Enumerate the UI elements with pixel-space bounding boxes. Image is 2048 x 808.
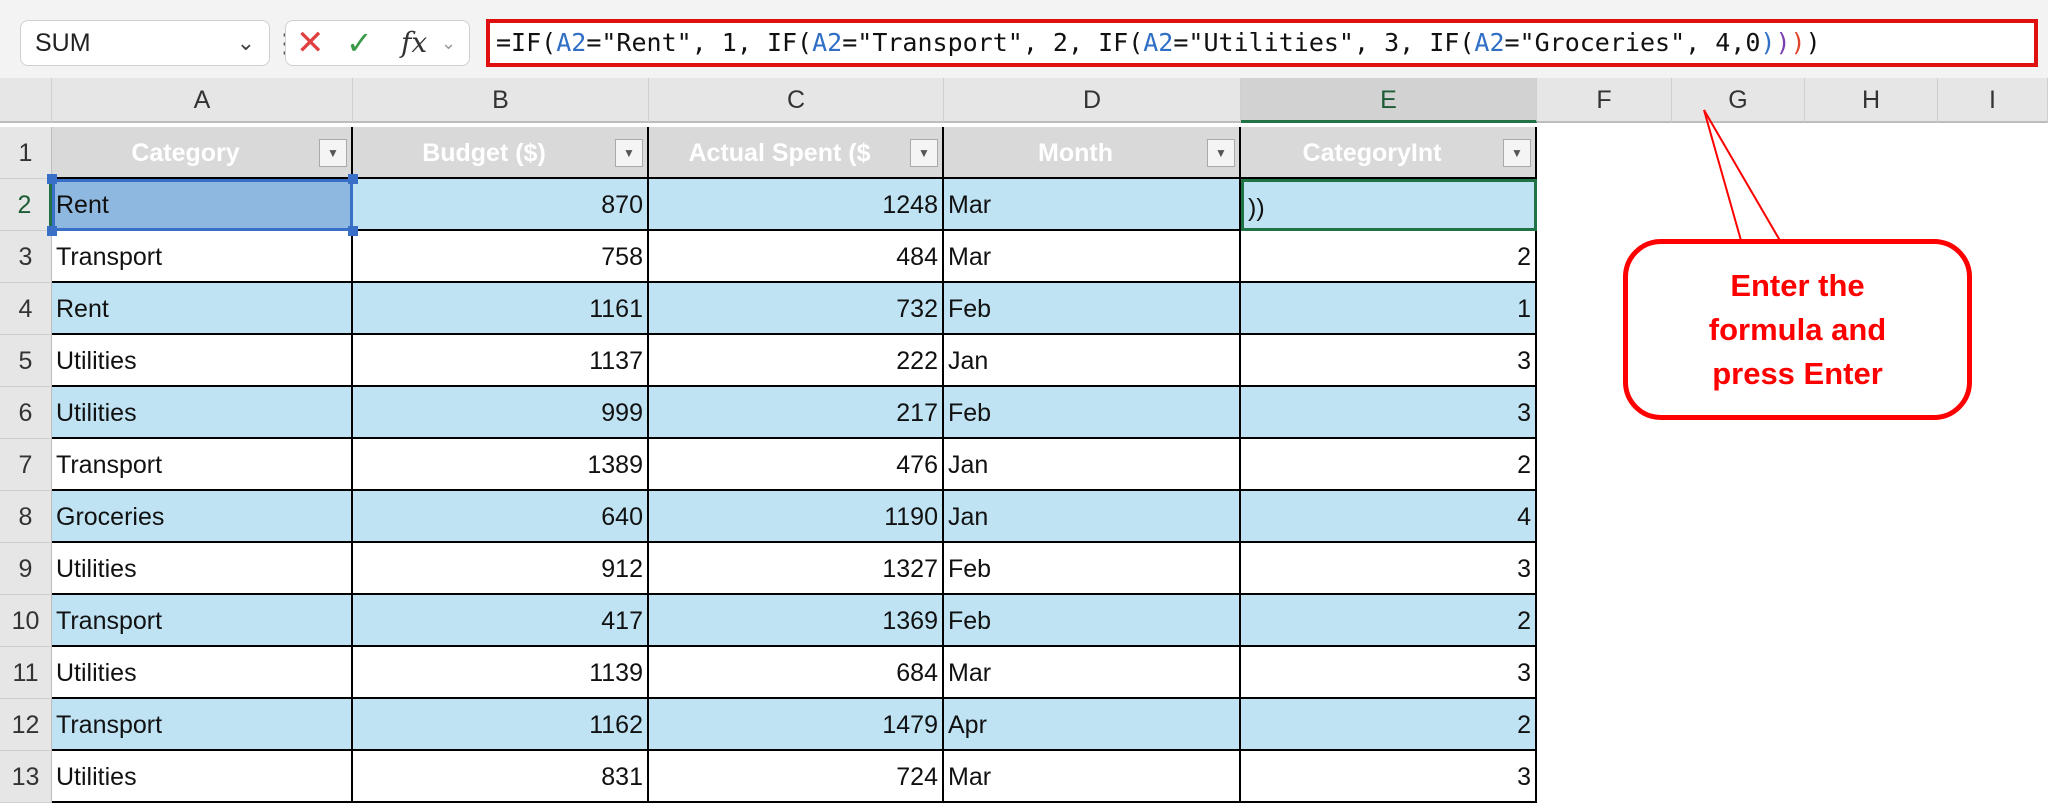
instruction-callout: Enter the formula and press Enter [1623, 239, 1972, 420]
callout-line: press Enter [1712, 355, 1883, 391]
callout-line: formula and [1708, 311, 1887, 347]
callout-line: Enter the [1730, 267, 1865, 303]
